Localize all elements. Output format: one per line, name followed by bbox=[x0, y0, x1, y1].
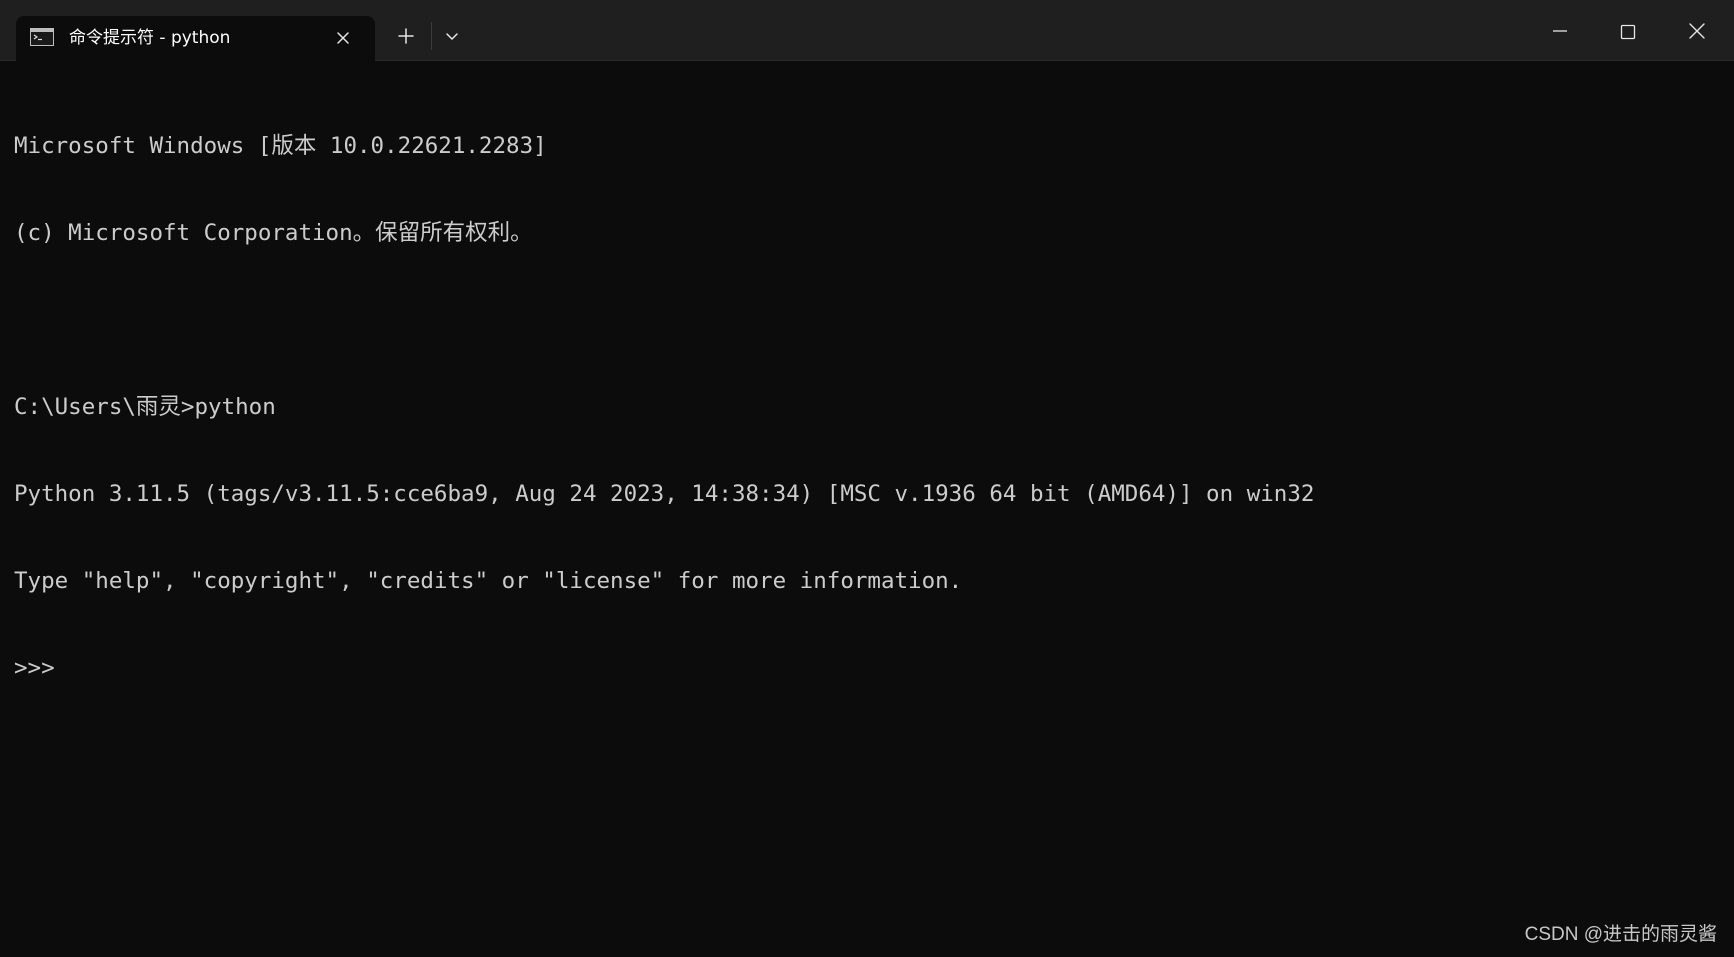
tab-dropdown-button[interactable] bbox=[440, 24, 464, 48]
tab-command-prompt[interactable]: 命令提示符 - python bbox=[16, 16, 375, 61]
terminal-line: C:\Users\雨灵>python bbox=[14, 394, 276, 420]
command-prompt-icon bbox=[30, 28, 54, 46]
terminal-window: 命令提示符 - python Microsoft Windows [版本 10.… bbox=[0, 0, 1734, 957]
plus-icon bbox=[398, 28, 414, 44]
maximize-icon bbox=[1620, 24, 1636, 40]
terminal-output[interactable]: Microsoft Windows [版本 10.0.22621.2283] (… bbox=[14, 74, 1714, 934]
tab-title: 命令提示符 - python bbox=[69, 28, 231, 48]
terminal-line: Python 3.11.5 (tags/v3.11.5:cce6ba9, Aug… bbox=[14, 481, 1315, 507]
python-prompt[interactable]: >>> bbox=[14, 654, 1714, 683]
close-window-button[interactable] bbox=[1679, 14, 1715, 50]
tab-separator bbox=[431, 22, 432, 50]
close-icon bbox=[1689, 23, 1705, 39]
terminal-line: (c) Microsoft Corporation。保留所有权利。 bbox=[14, 220, 533, 246]
chevron-down-icon bbox=[446, 33, 458, 40]
new-tab-button[interactable] bbox=[392, 22, 420, 50]
minimize-icon bbox=[1553, 30, 1567, 32]
watermark: CSDN @进击的雨灵酱 bbox=[1524, 924, 1717, 945]
title-bar[interactable]: 命令提示符 - python bbox=[0, 0, 1734, 61]
minimize-button[interactable] bbox=[1542, 14, 1578, 50]
terminal-line: Microsoft Windows [版本 10.0.22621.2283] bbox=[14, 133, 547, 159]
terminal-line: Type "help", "copyright", "credits" or "… bbox=[14, 568, 963, 594]
tab-close-icon[interactable] bbox=[332, 27, 354, 49]
maximize-button[interactable] bbox=[1610, 14, 1646, 50]
